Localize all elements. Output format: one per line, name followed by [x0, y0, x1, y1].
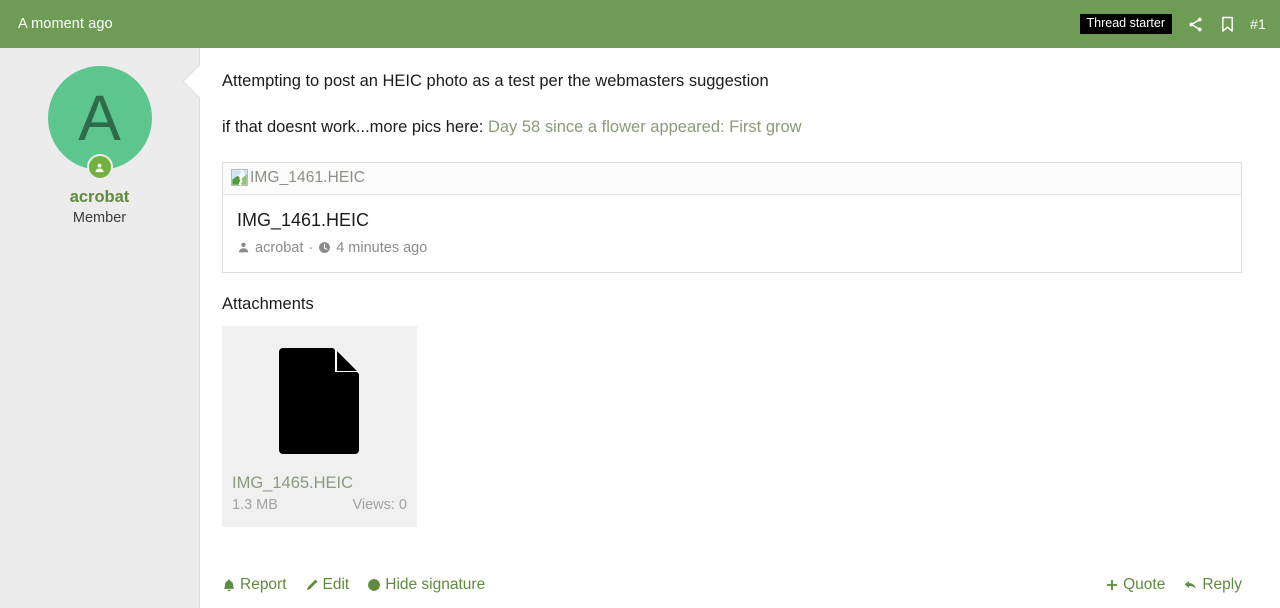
report-button[interactable]: Report	[222, 576, 287, 594]
post-footer: Report Edit Hide signature Quote Reply	[222, 576, 1242, 594]
bookmark-icon[interactable]	[1218, 15, 1236, 33]
user-status-icon	[86, 154, 113, 180]
message-paragraph-2-text: if that doesnt work...more pics here:	[222, 117, 488, 136]
username[interactable]: acrobat	[0, 188, 199, 207]
message-link[interactable]: Day 58 since a flower appeared: First gr…	[488, 118, 802, 136]
share-icon[interactable]	[1186, 15, 1204, 33]
clock-icon	[319, 242, 331, 254]
attachment-info: IMG_1465.HEIC 1.3 MB Views: 0	[222, 474, 417, 527]
edit-label: Edit	[322, 576, 350, 593]
hide-signature-label: Hide signature	[385, 576, 486, 593]
attachment-filesize: 1.3 MB	[232, 496, 278, 513]
reply-button[interactable]: Reply	[1183, 576, 1242, 594]
embed-title[interactable]: IMG_1461.HEIC	[237, 210, 1227, 231]
message-paragraph-1: Attempting to post an HEIC photo as a te…	[222, 72, 769, 90]
bell-icon	[223, 579, 235, 592]
user-title: Member	[72, 210, 127, 226]
embed-author[interactable]: acrobat	[255, 240, 303, 256]
post-user-column: A acrobat Member	[0, 48, 215, 608]
attachment-views: Views: 0	[352, 496, 407, 513]
embed-time: 4 minutes ago	[336, 239, 428, 256]
quote-button[interactable]: Quote	[1105, 576, 1165, 594]
embed-separator: ·	[308, 239, 314, 256]
embed-metadata: IMG_1461.HEIC acrobat · 4 minutes ago	[223, 195, 1241, 272]
post-header: A moment ago Thread starter #1	[0, 0, 1280, 48]
pencil-icon	[306, 579, 318, 591]
avatar-wrapper[interactable]: A	[47, 66, 152, 180]
footer-left-actions: Report Edit Hide signature	[222, 576, 485, 594]
plus-icon	[1106, 579, 1118, 591]
hide-signature-button[interactable]: Hide signature	[367, 576, 485, 594]
footer-right-actions: Quote Reply	[1105, 576, 1242, 594]
reply-label: Reply	[1202, 576, 1242, 593]
file-document-icon	[278, 347, 359, 454]
post-number[interactable]: #1	[1250, 16, 1266, 32]
embedded-image-card[interactable]: IMG_1461.HEIC IMG_1461.HEIC acrobat · 4 …	[222, 161, 1242, 273]
broken-image-row: IMG_1461.HEIC	[223, 162, 1241, 195]
attachment-thumbnail[interactable]	[222, 326, 417, 474]
reply-arrow-icon	[1185, 581, 1196, 589]
report-label: Report	[240, 576, 287, 593]
attachment-item[interactable]: IMG_1465.HEIC 1.3 MB Views: 0	[222, 325, 417, 527]
attachment-stats: 1.3 MB Views: 0	[232, 497, 407, 513]
broken-image-alt-text: IMG_1461.HEIC	[250, 168, 366, 186]
message-paragraph-2: if that doesnt work...more pics here: Da…	[222, 116, 1242, 140]
edit-button[interactable]: Edit	[305, 576, 350, 594]
post-header-actions: Thread starter #1	[1079, 14, 1267, 34]
globe-icon	[368, 579, 381, 591]
attachment-filename[interactable]: IMG_1465.HEIC	[232, 474, 407, 493]
thread-starter-badge: Thread starter	[1079, 14, 1173, 34]
quote-label: Quote	[1123, 576, 1166, 593]
attachments-heading: Attachments	[222, 294, 314, 313]
post-timestamp: A moment ago	[18, 16, 113, 32]
broken-image-icon	[231, 169, 248, 187]
post-message-column: Attempting to post an HEIC photo as a te…	[200, 48, 1280, 608]
embed-subline: acrobat · 4 minutes ago	[237, 240, 1227, 256]
post-body: A acrobat Member Attempting to post an H…	[0, 48, 1280, 608]
user-icon	[238, 242, 249, 253]
forum-post: A moment ago Thread starter #1 A acrobat…	[0, 0, 1280, 608]
